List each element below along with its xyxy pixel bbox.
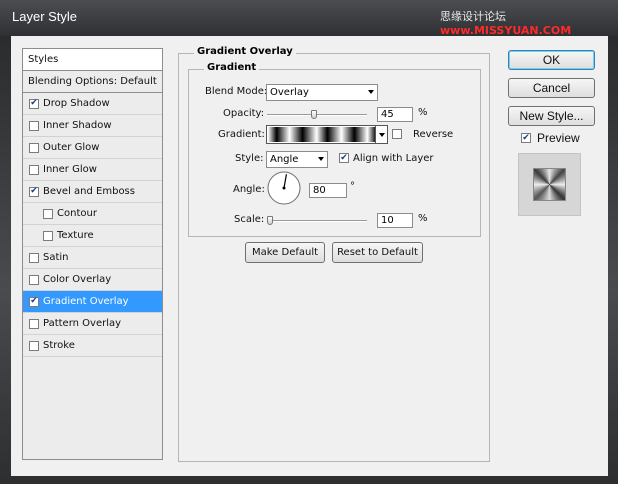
reverse-checkbox[interactable] <box>392 129 402 139</box>
style-item-checkbox[interactable] <box>29 120 39 131</box>
opacity-slider-track[interactable] <box>267 114 367 116</box>
angle-unit: ° <box>350 181 355 192</box>
window-title: Layer Style <box>12 9 78 24</box>
check-icon: ✔ <box>522 132 530 143</box>
style-item-stroke[interactable]: Stroke <box>23 335 162 357</box>
ok-button[interactable]: OK <box>508 50 595 70</box>
style-item-label: Blending Options: Default <box>28 76 157 87</box>
style-item-checkbox[interactable]: ✔ <box>29 296 39 307</box>
style-item-inner-glow[interactable]: Inner Glow <box>23 159 162 181</box>
check-icon: ✔ <box>30 296 38 306</box>
style-item-label: Gradient Overlay <box>43 296 129 307</box>
check-icon: ✔ <box>30 98 38 108</box>
style-item-blending-options-default[interactable]: Blending Options: Default <box>23 71 162 93</box>
style-item-label: Texture <box>57 230 94 241</box>
reverse-label: Reverse <box>413 129 454 140</box>
preview-thumbnail <box>533 168 566 201</box>
angle-label: Angle: <box>233 184 265 195</box>
style-item-contour[interactable]: Contour <box>23 203 162 225</box>
style-item-inner-shadow[interactable]: Inner Shadow <box>23 115 162 137</box>
style-item-pattern-overlay[interactable]: Pattern Overlay <box>23 313 162 335</box>
blend-mode-select[interactable]: Overlay <box>266 84 378 101</box>
angle-dial-icon[interactable] <box>266 170 302 206</box>
style-item-checkbox[interactable] <box>29 274 39 285</box>
style-item-gradient-overlay[interactable]: ✔ Gradient Overlay <box>23 291 162 313</box>
scale-slider-track[interactable] <box>267 220 367 222</box>
style-select[interactable]: Angle <box>266 151 328 168</box>
reset-to-default-button[interactable]: Reset to Default <box>332 242 423 263</box>
style-label: Style: <box>235 153 264 164</box>
opacity-input[interactable]: 45 <box>377 107 413 122</box>
style-item-satin[interactable]: Satin <box>23 247 162 269</box>
opacity-slider-thumb[interactable] <box>311 110 317 119</box>
gradient-dropdown[interactable] <box>375 126 387 143</box>
gradient-picker[interactable] <box>266 125 388 144</box>
style-item-checkbox[interactable] <box>43 230 53 241</box>
style-item-checkbox[interactable] <box>29 252 39 263</box>
scale-unit: % <box>418 213 428 224</box>
subgroup-title: Gradient <box>204 62 260 73</box>
check-icon: ✔ <box>30 186 38 196</box>
style-item-label: Styles <box>28 54 59 65</box>
style-item-label: Outer Glow <box>43 142 100 153</box>
style-item-texture[interactable]: Texture <box>23 225 162 247</box>
style-item-label: Contour <box>57 208 97 219</box>
preview-box <box>518 153 581 216</box>
style-item-checkbox[interactable] <box>29 340 39 351</box>
scale-input[interactable]: 10 <box>377 213 413 228</box>
check-icon: ✔ <box>340 152 348 163</box>
preview-label: Preview <box>537 131 580 145</box>
preview-checkbox[interactable]: ✔ <box>521 133 531 143</box>
gradient-label: Gradient: <box>218 129 265 140</box>
style-item-drop-shadow[interactable]: ✔ Drop Shadow <box>23 93 162 115</box>
style-item-checkbox[interactable] <box>29 164 39 175</box>
chevron-down-icon <box>318 157 324 161</box>
style-item-checkbox[interactable] <box>43 208 53 219</box>
style-item-checkbox[interactable]: ✔ <box>29 98 39 109</box>
style-item-label: Pattern Overlay <box>43 318 122 329</box>
blend-mode-label: Blend Mode: <box>205 86 268 97</box>
style-item-styles[interactable]: Styles <box>23 49 162 71</box>
chevron-down-icon <box>368 90 374 94</box>
cancel-button[interactable]: Cancel <box>508 78 595 98</box>
style-item-label: Bevel and Emboss <box>43 186 135 197</box>
style-item-label: Inner Glow <box>43 164 97 175</box>
style-item-label: Inner Shadow <box>43 120 112 131</box>
style-item-checkbox[interactable] <box>29 142 39 153</box>
style-item-checkbox[interactable]: ✔ <box>29 186 39 197</box>
style-item-outer-glow[interactable]: Outer Glow <box>23 137 162 159</box>
style-item-bevel-and-emboss[interactable]: ✔ Bevel and Emboss <box>23 181 162 203</box>
style-item-color-overlay[interactable]: Color Overlay <box>23 269 162 291</box>
scale-slider-thumb[interactable] <box>267 216 273 225</box>
style-item-label: Stroke <box>43 340 75 351</box>
style-value: Angle <box>270 154 299 165</box>
group-title: Gradient Overlay <box>194 46 296 57</box>
angle-input[interactable]: 80 <box>309 183 347 198</box>
chevron-down-icon <box>379 133 385 137</box>
blend-mode-value: Overlay <box>270 87 309 98</box>
style-item-label: Satin <box>43 252 69 263</box>
align-with-layer-checkbox[interactable]: ✔ <box>339 153 349 163</box>
gradient-preview <box>268 127 376 142</box>
style-item-label: Drop Shadow <box>43 98 110 109</box>
opacity-unit: % <box>418 107 428 118</box>
style-item-label: Color Overlay <box>43 274 112 285</box>
opacity-label: Opacity: <box>223 108 265 119</box>
watermark-text: 思缘设计论坛 <box>440 10 506 23</box>
make-default-button[interactable]: Make Default <box>245 242 325 263</box>
watermark: 思缘设计论坛 www.MISSYUAN.COM <box>440 8 618 37</box>
style-item-checkbox[interactable] <box>29 318 39 329</box>
align-with-layer-label: Align with Layer <box>353 153 434 164</box>
styles-list: Styles Blending Options: Default ✔ Drop Sha… <box>22 48 163 460</box>
scale-label: Scale: <box>234 214 265 225</box>
new-style-button[interactable]: New Style... <box>508 106 595 126</box>
